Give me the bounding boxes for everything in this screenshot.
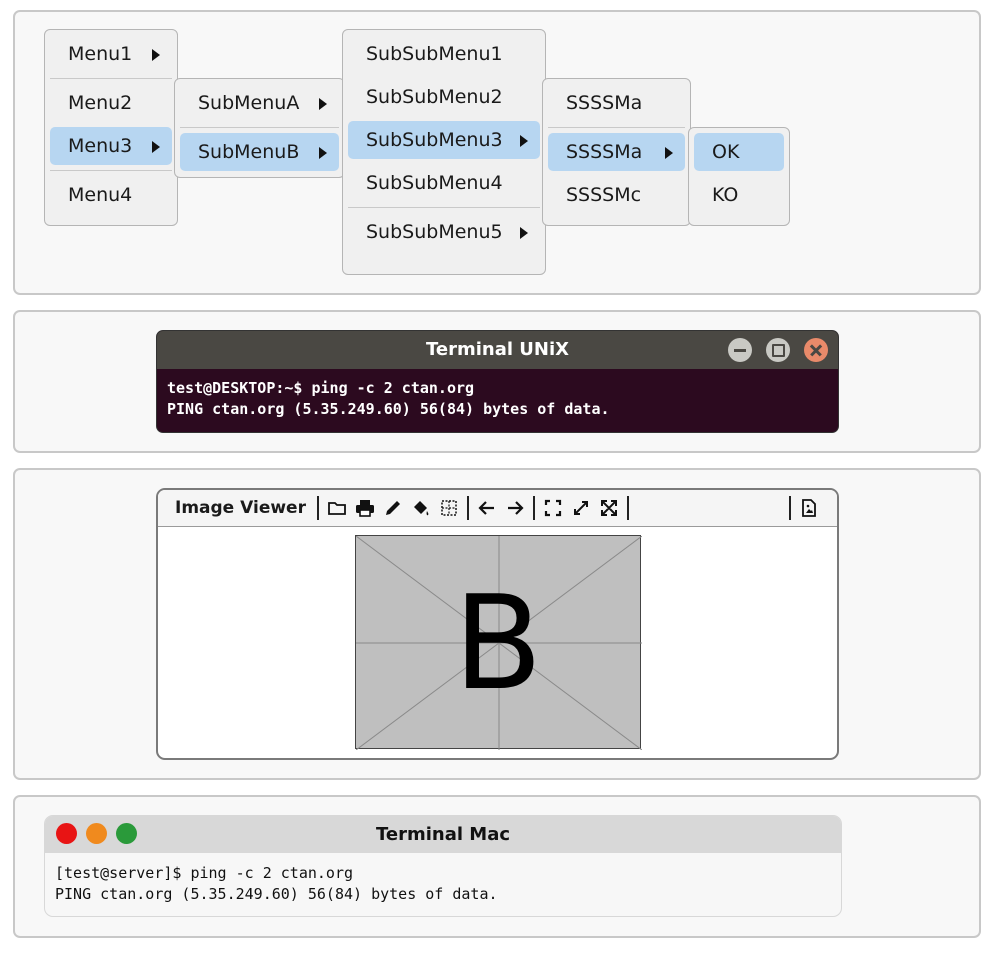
- submenu-arrow-icon: [520, 135, 528, 147]
- grid-icon[interactable]: [438, 497, 460, 519]
- window-title: Terminal Mac: [375, 824, 511, 845]
- menu-item-label: SSSSMa: [566, 92, 643, 114]
- menu-item-ssssmc[interactable]: SSSSMc: [548, 176, 685, 214]
- terminal-unix-window: Terminal UNiX test@DESKTOP:~$ ping -c 2 …: [156, 330, 839, 433]
- menu-item-label: SSSSMc: [566, 184, 642, 206]
- menu-separator: [548, 127, 685, 128]
- fullscreen-icon[interactable]: [598, 497, 620, 519]
- toolbar-separator: [316, 496, 319, 520]
- menu-item-ssssma[interactable]: SSSSMa: [548, 84, 685, 122]
- close-button[interactable]: [56, 823, 77, 844]
- close-button[interactable]: [804, 338, 828, 362]
- toolbar-separator: [789, 496, 791, 520]
- folder-icon[interactable]: [326, 497, 348, 519]
- menu-separator: [180, 127, 339, 128]
- print-icon[interactable]: [354, 497, 376, 519]
- menu-item-label: OK: [712, 141, 740, 163]
- pencil-icon[interactable]: [382, 497, 404, 519]
- menu-item-menu2[interactable]: Menu2: [50, 84, 172, 122]
- menu-item-ssssma-2[interactable]: SSSSMa: [548, 133, 685, 171]
- arrow-left-icon[interactable]: [476, 497, 498, 519]
- maximize-button[interactable]: [766, 338, 790, 362]
- terminal-unix-titlebar: Terminal UNiX: [157, 331, 838, 369]
- image-placeholder: B: [355, 535, 642, 750]
- image-label: B: [453, 567, 543, 719]
- menu-item-ok[interactable]: OK: [694, 133, 784, 171]
- terminal-output[interactable]: test@DESKTOP:~$ ping -c 2 ctan.org PING c…: [157, 369, 838, 429]
- toolbar-separator: [626, 496, 629, 520]
- terminal-mac-window: Terminal Mac [test@server]$ ping -c 2 ct…: [44, 815, 842, 917]
- menu-level-1: Menu1 Menu2 Menu3 Menu4: [44, 29, 178, 226]
- maximize-icon: [772, 344, 785, 357]
- menu-level-4: SSSSMa SSSSMa SSSSMc: [542, 78, 691, 226]
- expand-icon[interactable]: [570, 497, 592, 519]
- menu-item-label: KO: [712, 184, 739, 206]
- menu-item-label: SubMenuB: [198, 141, 300, 163]
- window-title: Terminal UNiX: [425, 339, 570, 360]
- submenu-arrow-icon: [665, 147, 673, 159]
- menu-item-menu1[interactable]: Menu1: [50, 35, 172, 73]
- menu-item-label: SubSubMenu1: [366, 43, 503, 65]
- menu-item-subsubmenu1[interactable]: SubSubMenu1: [348, 35, 540, 73]
- menu-item-label: Menu2: [68, 92, 133, 114]
- menu-item-menu4[interactable]: Menu4: [50, 176, 172, 214]
- menu-item-subsubmenu2[interactable]: SubSubMenu2: [348, 78, 540, 116]
- menu-item-label: SSSSMa: [566, 141, 643, 163]
- menu-item-label: Menu3: [68, 135, 133, 157]
- paint-bucket-icon[interactable]: [410, 497, 432, 519]
- menu-separator: [348, 207, 540, 208]
- image-viewer-toolbar: Image Viewer: [158, 490, 837, 527]
- fit-screen-icon[interactable]: [542, 497, 564, 519]
- image-file-icon[interactable]: [798, 497, 820, 519]
- terminal-mac-titlebar: Terminal Mac: [45, 816, 841, 853]
- submenu-arrow-icon: [520, 227, 528, 239]
- menu-item-subsubmenu4[interactable]: SubSubMenu4: [348, 164, 540, 202]
- terminal-output[interactable]: [test@server]$ ping -c 2 ctan.org PING ct…: [45, 853, 841, 914]
- image-viewer-window: Image Viewer B: [156, 488, 839, 760]
- menu-level-2: SubMenuA SubMenuB: [174, 78, 345, 178]
- menu-item-subsubmenu5[interactable]: SubSubMenu5: [348, 213, 540, 251]
- terminal-line: PING ctan.org (5.35.249.60) 56(84) bytes…: [55, 885, 498, 903]
- menu-item-label: SubSubMenu2: [366, 86, 503, 108]
- menu-separator: [50, 170, 172, 171]
- submenu-arrow-icon: [152, 49, 160, 61]
- minimize-button[interactable]: [86, 823, 107, 844]
- submenu-arrow-icon: [319, 98, 327, 110]
- menu-item-label: Menu1: [68, 43, 133, 65]
- toolbar-separator: [532, 496, 535, 520]
- terminal-line: PING ctan.org (5.35.249.60) 56(84) bytes…: [167, 400, 610, 418]
- menu-item-label: SubSubMenu5: [366, 221, 503, 243]
- menu-item-label: SubSubMenu4: [366, 172, 503, 194]
- menu-separator: [50, 78, 172, 79]
- submenu-arrow-icon: [319, 147, 327, 159]
- menu-item-submenub[interactable]: SubMenuB: [180, 133, 339, 171]
- minimize-icon: [734, 349, 746, 352]
- terminal-line: [test@server]$ ping -c 2 ctan.org: [55, 864, 354, 882]
- window-title: Image Viewer: [175, 498, 306, 518]
- menu-item-label: SubMenuA: [198, 92, 300, 114]
- arrow-right-icon[interactable]: [504, 497, 526, 519]
- menu-item-label: Menu4: [68, 184, 133, 206]
- menu-item-menu3[interactable]: Menu3: [50, 127, 172, 165]
- minimize-button[interactable]: [728, 338, 752, 362]
- terminal-line: test@DESKTOP:~$ ping -c 2 ctan.org: [167, 379, 475, 397]
- menu-item-submenua[interactable]: SubMenuA: [180, 84, 339, 122]
- submenu-arrow-icon: [152, 141, 160, 153]
- menu-item-label: SubSubMenu3: [366, 129, 503, 151]
- menu-level-5: OK KO: [688, 127, 790, 226]
- zoom-button[interactable]: [116, 823, 137, 844]
- toolbar-separator: [466, 496, 469, 520]
- menu-item-subsubmenu3[interactable]: SubSubMenu3: [348, 121, 540, 159]
- menu-level-3: SubSubMenu1 SubSubMenu2 SubSubMenu3 SubS…: [342, 29, 546, 275]
- menu-item-ko[interactable]: KO: [694, 176, 784, 214]
